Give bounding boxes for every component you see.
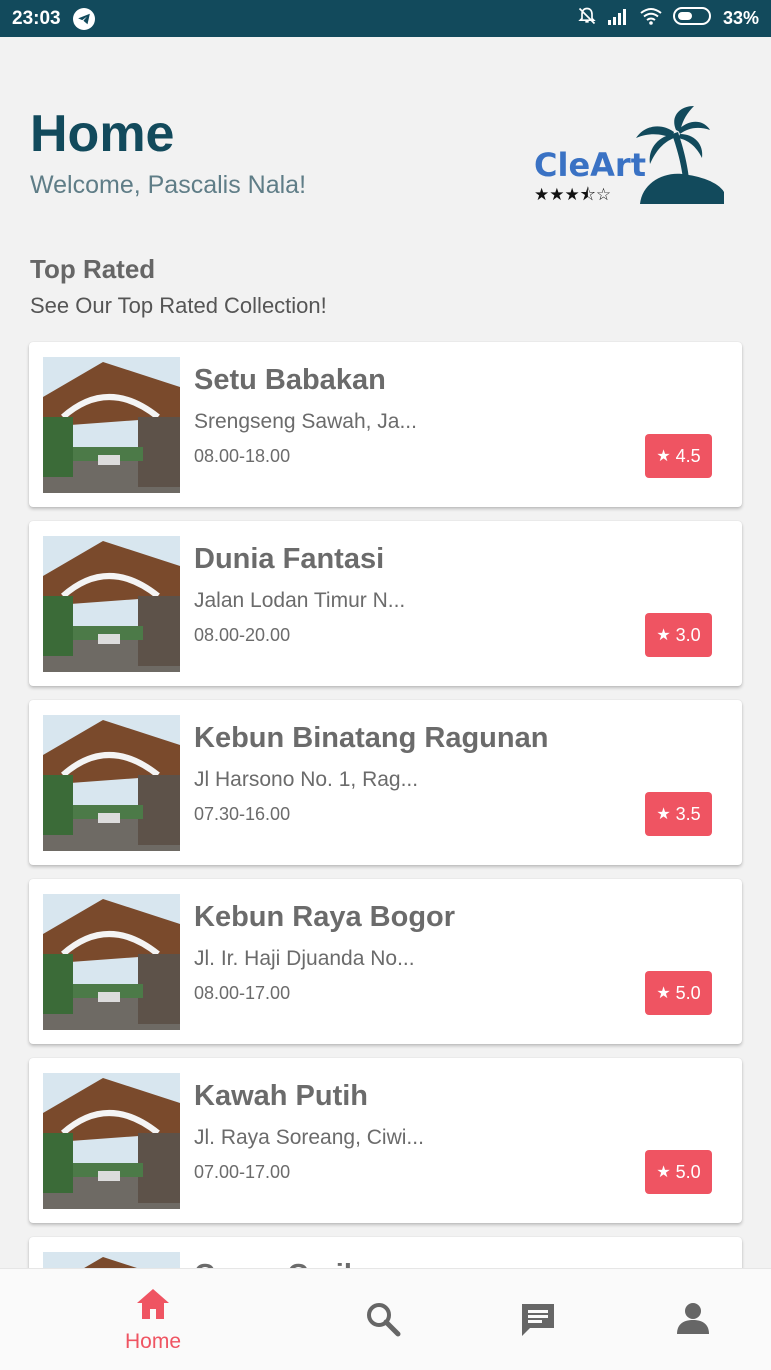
star-icon: ★	[656, 627, 671, 644]
place-hours: 07.00-17.00	[194, 1162, 291, 1182]
place-name: Kebun Raya Bogor	[194, 901, 456, 933]
nav-search[interactable]	[350, 1269, 416, 1370]
place-card[interactable]: Dunia Fantasi Jalan Lodan Timur N... 08.…	[29, 521, 742, 686]
rating-badge: ★ 5.0	[645, 1150, 712, 1194]
place-name: Setu Babakan	[194, 364, 386, 396]
header: Home Welcome, Pascalis Nala!	[30, 105, 306, 200]
place-address: Jl Harsono No. 1, Rag...	[194, 768, 419, 791]
place-thumbnail	[43, 715, 180, 851]
place-address: Jl. Ir. Haji Djuanda No...	[194, 947, 415, 970]
place-card[interactable]: Setu Babakan Srengseng Sawah, Ja... 08.0…	[29, 342, 742, 507]
place-name: Kebun Binatang Ragunan	[194, 722, 549, 754]
nav-home-label: Home	[124, 1330, 182, 1353]
place-card[interactable]: Kebun Raya Bogor Jl. Ir. Haji Djuanda No…	[29, 879, 742, 1044]
place-hours: 08.00-18.00	[194, 446, 291, 466]
place-address: Jalan Lodan Timur N...	[194, 589, 406, 612]
place-hours: 08.00-17.00	[194, 983, 291, 1003]
top-rated-section: Top Rated See Our Top Rated Collection!	[30, 254, 327, 319]
status-time: 23:03	[12, 7, 61, 29]
place-address: Jl. Raya Soreang, Ciwi...	[194, 1126, 424, 1149]
place-thumbnail	[43, 536, 180, 672]
place-thumbnail	[43, 357, 180, 493]
nav-profile[interactable]	[660, 1269, 726, 1370]
place-hours: 08.00-20.00	[194, 625, 291, 645]
wifi-icon	[639, 7, 663, 30]
telegram-icon	[72, 7, 95, 30]
place-name: Dunia Fantasi	[194, 543, 385, 575]
star-icon: ★	[656, 985, 671, 1002]
signal-icon	[607, 7, 629, 30]
rating-badge: ★ 3.5	[645, 792, 712, 836]
place-list: Setu Babakan Srengseng Sawah, Ja... 08.0…	[29, 342, 742, 1370]
battery-percent: 33%	[722, 8, 759, 28]
star-icon: ★	[656, 806, 671, 823]
rating-value: 3.5	[675, 803, 701, 824]
rating-value: 5.0	[675, 1161, 701, 1182]
search-icon	[365, 1301, 401, 1342]
logo-stars: ★★★⯪☆	[534, 185, 611, 205]
rating-badge: ★ 4.5	[645, 434, 712, 478]
welcome-text: Welcome, Pascalis Nala!	[30, 171, 307, 199]
cleart-logo: CleArt ★★★⯪☆	[532, 104, 726, 208]
home-icon	[135, 1287, 171, 1326]
mute-icon	[577, 6, 597, 31]
section-subtitle: See Our Top Rated Collection!	[30, 293, 327, 318]
place-card[interactable]: Kebun Binatang Ragunan Jl Harsono No. 1,…	[29, 700, 742, 865]
star-icon: ★	[656, 1164, 671, 1181]
status-bar: 23:03 33%	[0, 0, 771, 37]
nav-chat[interactable]	[505, 1269, 571, 1370]
place-hours: 07.30-16.00	[194, 804, 291, 824]
star-icon: ★	[656, 448, 671, 465]
place-thumbnail	[43, 894, 180, 1030]
logo-text: CleArt	[534, 146, 646, 184]
rating-value: 3.0	[675, 624, 701, 645]
status-left: 23:03	[12, 7, 95, 30]
rating-badge: ★ 3.0	[645, 613, 712, 657]
place-name: Kawah Putih	[194, 1080, 369, 1112]
place-address: Srengseng Sawah, Ja...	[194, 410, 417, 433]
battery-icon	[672, 6, 713, 31]
profile-icon	[676, 1301, 710, 1340]
rating-value: 4.5	[675, 445, 701, 466]
section-title: Top Rated	[30, 254, 156, 284]
bottom-nav: Home	[0, 1268, 771, 1370]
status-right: 33%	[577, 6, 759, 31]
page-title: Home	[30, 105, 175, 163]
place-card[interactable]: Kawah Putih Jl. Raya Soreang, Ciwi... 07…	[29, 1058, 742, 1223]
nav-home[interactable]: Home	[100, 1269, 206, 1370]
place-thumbnail	[43, 1073, 180, 1209]
rating-value: 5.0	[675, 982, 701, 1003]
chat-icon	[519, 1301, 557, 1344]
rating-badge: ★ 5.0	[645, 971, 712, 1015]
